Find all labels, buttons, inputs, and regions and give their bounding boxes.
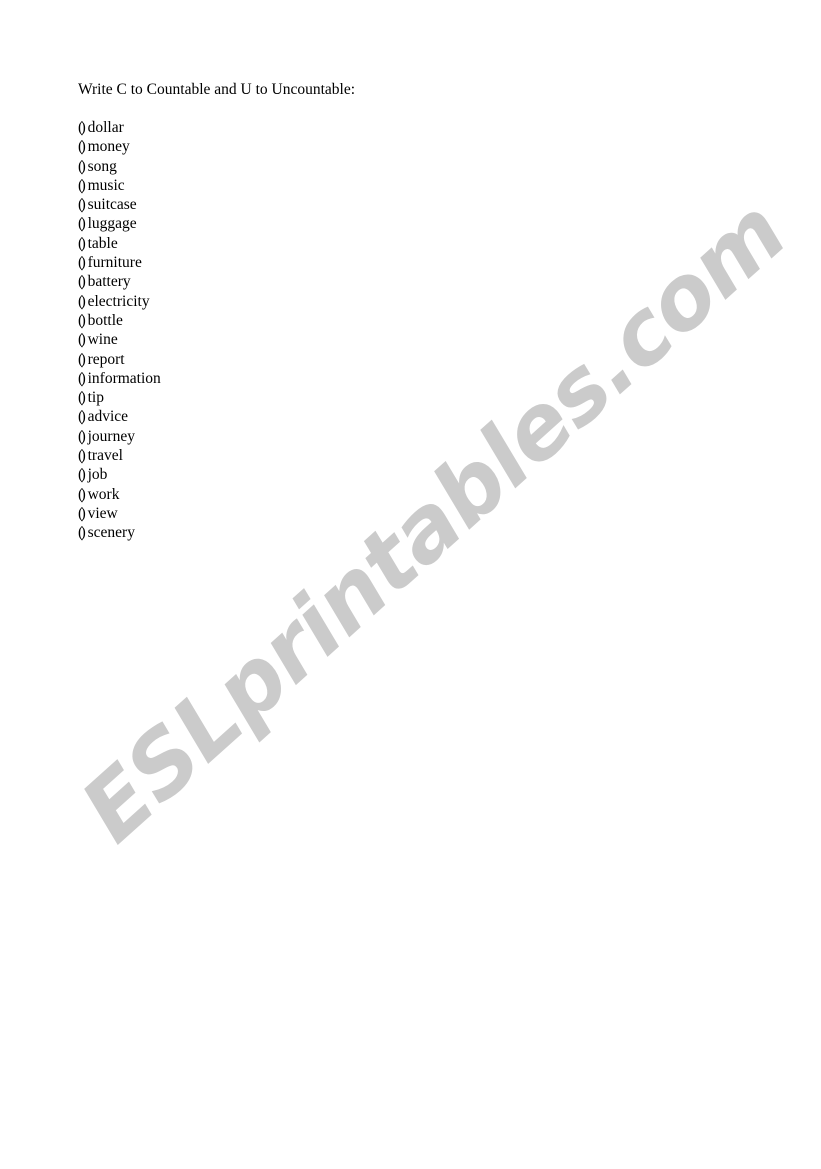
answer-blank[interactable]: ( ) xyxy=(78,292,86,311)
word-list-item: ( ) travel xyxy=(78,446,161,465)
word-label: luggage xyxy=(87,215,137,233)
answer-blank[interactable]: ( ) xyxy=(78,523,86,542)
word-list-item: ( ) advice xyxy=(78,407,161,426)
answer-blank[interactable]: ( ) xyxy=(78,485,86,504)
word-list-item: ( ) money xyxy=(78,137,161,156)
word-label: table xyxy=(87,234,118,252)
word-label: wine xyxy=(87,331,118,349)
worksheet-instructions: Write C to Countable and U to Uncountabl… xyxy=(78,81,356,98)
word-list: ( ) dollar( ) money( ) song( ) music( ) suitc… xyxy=(78,118,161,543)
word-label: music xyxy=(87,176,125,194)
word-label: tip xyxy=(87,389,104,407)
answer-blank[interactable]: ( ) xyxy=(78,388,86,407)
word-list-item: ( ) scenery xyxy=(78,523,161,542)
word-list-item: ( ) dollar xyxy=(78,118,161,137)
word-label: electricity xyxy=(87,292,150,310)
answer-blank[interactable]: ( ) xyxy=(78,176,86,195)
word-list-item: ( ) table xyxy=(78,234,161,253)
word-label: bottle xyxy=(87,311,123,329)
word-label: scenery xyxy=(87,524,135,542)
word-list-item: ( ) journey xyxy=(78,427,161,446)
word-list-item: ( ) view xyxy=(78,504,161,523)
word-label: money xyxy=(87,138,130,156)
answer-blank[interactable]: ( ) xyxy=(78,234,86,253)
word-list-item: ( ) tip xyxy=(78,388,161,407)
answer-blank[interactable]: ( ) xyxy=(78,446,86,465)
word-list-item: ( ) music xyxy=(78,176,161,195)
word-label: job xyxy=(87,466,108,484)
word-list-item: ( ) bottle xyxy=(78,311,161,330)
word-label: work xyxy=(87,485,120,503)
word-list-item: ( ) song xyxy=(78,157,161,176)
word-label: furniture xyxy=(87,254,142,272)
word-label: advice xyxy=(87,408,129,426)
answer-blank[interactable]: ( ) xyxy=(78,311,86,330)
word-label: travel xyxy=(87,447,123,465)
word-label: suitcase xyxy=(87,196,137,214)
word-label: report xyxy=(87,350,125,368)
word-label: view xyxy=(87,504,118,522)
word-list-item: ( ) report xyxy=(78,350,161,369)
answer-blank[interactable]: ( ) xyxy=(78,137,86,156)
answer-blank[interactable]: ( ) xyxy=(78,465,86,484)
word-label: information xyxy=(87,369,161,387)
word-label: battery xyxy=(87,273,131,291)
answer-blank[interactable]: ( ) xyxy=(78,253,86,272)
answer-blank[interactable]: ( ) xyxy=(78,214,86,233)
worksheet-page: ESLprintables.com Write C to Countable a… xyxy=(0,0,821,1169)
word-list-item: ( ) information xyxy=(78,369,161,388)
answer-blank[interactable]: ( ) xyxy=(78,272,86,291)
word-list-item: ( ) wine xyxy=(78,330,161,349)
word-list-item: ( ) work xyxy=(78,485,161,504)
word-label: journey xyxy=(87,427,135,445)
word-list-item: ( ) battery xyxy=(78,272,161,291)
answer-blank[interactable]: ( ) xyxy=(78,195,86,214)
answer-blank[interactable]: ( ) xyxy=(78,330,86,349)
word-label: song xyxy=(87,157,117,175)
word-label: dollar xyxy=(87,119,124,136)
word-list-item: ( ) furniture xyxy=(78,253,161,272)
answer-blank[interactable]: ( ) xyxy=(78,157,86,176)
answer-blank[interactable]: ( ) xyxy=(78,350,86,369)
answer-blank[interactable]: ( ) xyxy=(78,118,86,137)
answer-blank[interactable]: ( ) xyxy=(78,504,86,523)
word-list-item: ( ) job xyxy=(78,465,161,484)
answer-blank[interactable]: ( ) xyxy=(78,427,86,446)
word-list-item: ( ) suitcase xyxy=(78,195,161,214)
worksheet-content: Write C to Countable and U to Uncountabl… xyxy=(0,0,821,1169)
word-list-item: ( ) electricity xyxy=(78,292,161,311)
answer-blank[interactable]: ( ) xyxy=(78,407,86,426)
word-list-item: ( ) luggage xyxy=(78,214,161,233)
answer-blank[interactable]: ( ) xyxy=(78,369,86,388)
